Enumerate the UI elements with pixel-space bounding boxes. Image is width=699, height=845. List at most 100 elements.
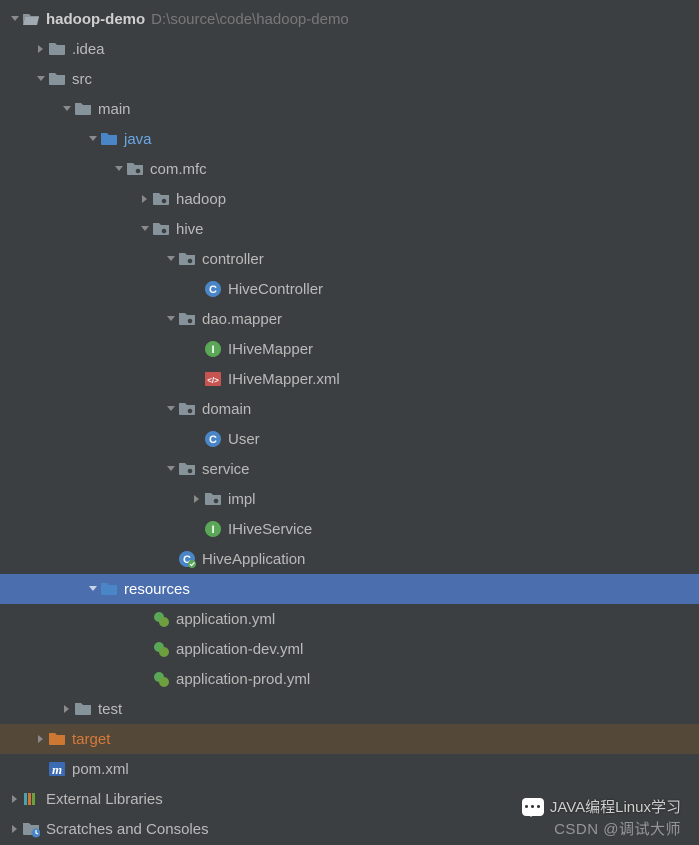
tree-item-service[interactable]: service	[0, 454, 699, 484]
item-label: resources	[124, 581, 190, 598]
item-label: controller	[202, 251, 264, 268]
chevron-down-icon[interactable]	[164, 254, 178, 264]
item-label: src	[72, 71, 92, 88]
tree-root[interactable]: hadoop-demo D:\source\code\hadoop-demo	[0, 4, 699, 34]
folder-open-icon	[22, 10, 40, 28]
item-label: service	[202, 461, 250, 478]
item-label: application.yml	[176, 611, 275, 628]
package-icon	[204, 490, 222, 508]
tree-item-ihivemapper-xml[interactable]: IHiveMapper.xml	[0, 364, 699, 394]
maven-file-icon	[48, 760, 66, 778]
tree-item-java[interactable]: java	[0, 124, 699, 154]
item-label: hive	[176, 221, 204, 238]
chevron-right-icon[interactable]	[34, 44, 48, 54]
chevron-right-icon[interactable]	[138, 194, 152, 204]
tree-item-idea[interactable]: .idea	[0, 34, 699, 64]
root-path: D:\source\code\hadoop-demo	[151, 11, 349, 28]
package-icon	[178, 310, 196, 328]
folder-icon	[74, 100, 92, 118]
chevron-right-icon[interactable]	[8, 794, 22, 804]
chevron-down-icon[interactable]	[164, 464, 178, 474]
item-label: pom.xml	[72, 761, 129, 778]
chevron-down-icon[interactable]	[60, 104, 74, 114]
tree-item-pom[interactable]: pom.xml	[0, 754, 699, 784]
folder-icon	[48, 70, 66, 88]
chevron-right-icon[interactable]	[34, 734, 48, 744]
package-icon	[152, 220, 170, 238]
tree-item-app-yml[interactable]: application.yml	[0, 604, 699, 634]
chevron-down-icon[interactable]	[164, 314, 178, 324]
class-icon	[204, 430, 222, 448]
item-label: IHiveMapper	[228, 341, 313, 358]
item-label: IHiveMapper.xml	[228, 371, 340, 388]
chevron-down-icon[interactable]	[34, 74, 48, 84]
package-icon	[178, 460, 196, 478]
root-name: hadoop-demo	[46, 11, 145, 28]
chevron-down-icon[interactable]	[112, 164, 126, 174]
item-label: hadoop	[176, 191, 226, 208]
package-icon	[178, 400, 196, 418]
chevron-down-icon[interactable]	[86, 134, 100, 144]
tree-item-hivecontroller[interactable]: HiveController	[0, 274, 699, 304]
item-label: HiveApplication	[202, 551, 305, 568]
folder-icon	[48, 40, 66, 58]
package-icon	[178, 250, 196, 268]
scratch-folder-icon	[22, 820, 40, 838]
wechat-bubble-icon	[522, 798, 544, 816]
tree-item-hive[interactable]: hive	[0, 214, 699, 244]
tree-item-impl[interactable]: impl	[0, 484, 699, 514]
chevron-right-icon[interactable]	[8, 824, 22, 834]
chevron-right-icon[interactable]	[60, 704, 74, 714]
tree-item-domain[interactable]: domain	[0, 394, 699, 424]
item-label: domain	[202, 401, 251, 418]
tree-item-app-prod-yml[interactable]: application-prod.yml	[0, 664, 699, 694]
interface-icon	[204, 340, 222, 358]
item-label: com.mfc	[150, 161, 207, 178]
tree-item-main[interactable]: main	[0, 94, 699, 124]
chevron-right-icon[interactable]	[190, 494, 204, 504]
tree-item-target[interactable]: target	[0, 724, 699, 754]
watermark-text: JAVA编程Linux学习	[550, 796, 681, 817]
spring-class-icon	[178, 550, 196, 568]
chevron-down-icon[interactable]	[138, 224, 152, 234]
item-label: java	[124, 131, 152, 148]
watermark-wechat: JAVA编程Linux学习	[522, 796, 681, 817]
item-label: IHiveService	[228, 521, 312, 538]
project-tree[interactable]: hadoop-demo D:\source\code\hadoop-demo .…	[0, 0, 699, 844]
yaml-file-icon	[152, 640, 170, 658]
interface-icon	[204, 520, 222, 538]
package-icon	[152, 190, 170, 208]
chevron-down-icon[interactable]	[164, 404, 178, 414]
folder-icon	[74, 700, 92, 718]
item-label: .idea	[72, 41, 105, 58]
tree-item-ihiveservice[interactable]: IHiveService	[0, 514, 699, 544]
tree-item-user[interactable]: User	[0, 424, 699, 454]
chevron-down-icon[interactable]	[86, 584, 100, 594]
tree-item-ihivemapper[interactable]: IHiveMapper	[0, 334, 699, 364]
yaml-file-icon	[152, 670, 170, 688]
excluded-folder-icon	[48, 730, 66, 748]
tree-item-com-mfc[interactable]: com.mfc	[0, 154, 699, 184]
chevron-down-icon[interactable]	[8, 14, 22, 24]
item-label: User	[228, 431, 260, 448]
watermark-csdn: CSDN @调试大师	[554, 818, 681, 839]
tree-item-src[interactable]: src	[0, 64, 699, 94]
tree-item-test[interactable]: test	[0, 694, 699, 724]
xml-file-icon	[204, 370, 222, 388]
tree-item-daomapper[interactable]: dao.mapper	[0, 304, 699, 334]
item-label: impl	[228, 491, 256, 508]
item-label: application-dev.yml	[176, 641, 303, 658]
item-label: target	[72, 731, 110, 748]
tree-item-controller[interactable]: controller	[0, 244, 699, 274]
item-label: dao.mapper	[202, 311, 282, 328]
tree-item-hadoop[interactable]: hadoop	[0, 184, 699, 214]
tree-item-app-dev-yml[interactable]: application-dev.yml	[0, 634, 699, 664]
item-label: HiveController	[228, 281, 323, 298]
tree-item-hiveapplication[interactable]: HiveApplication	[0, 544, 699, 574]
class-icon	[204, 280, 222, 298]
item-label: Scratches and Consoles	[46, 821, 209, 838]
yaml-file-icon	[152, 610, 170, 628]
library-icon	[22, 790, 40, 808]
package-icon	[126, 160, 144, 178]
tree-item-resources[interactable]: resources	[0, 574, 699, 604]
